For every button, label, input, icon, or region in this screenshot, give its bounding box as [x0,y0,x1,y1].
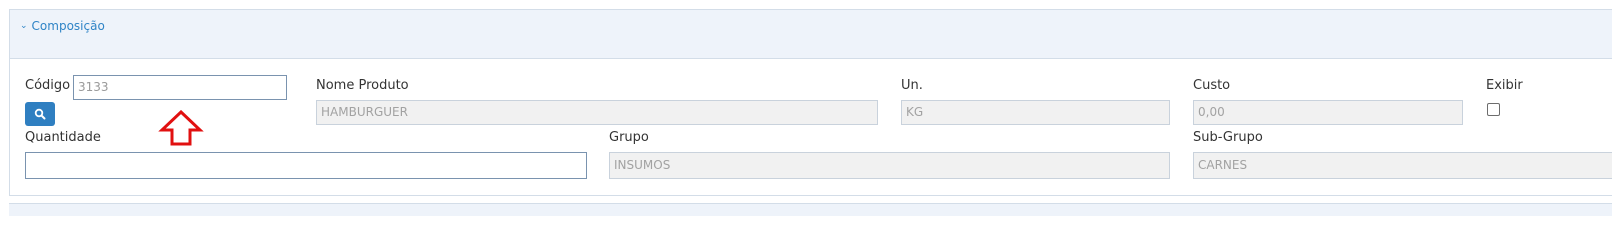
up-arrow-icon [158,110,204,146]
custo-label: Custo [1193,78,1231,93]
quantidade-input[interactable] [25,152,587,179]
codigo-input[interactable]: 3133 [73,75,287,100]
sub-grupo-label: Sub-Grupo [1193,130,1263,145]
search-button[interactable] [25,102,55,126]
quantidade-label: Quantidade [25,130,101,145]
codigo-label: Código [25,78,71,93]
chevron-down-icon: ⌄ [20,21,28,31]
sub-grupo-field: CARNES [1193,152,1612,179]
nome-produto-field: HAMBURGUER [316,100,878,125]
exibir-label: Exibir [1486,78,1523,93]
composicao-panel: ⌄ Composição Código 3133 Nome Produto HA… [9,9,1612,196]
section-title: Composição [31,19,105,33]
grupo-field: INSUMOS [609,152,1170,179]
search-icon [34,108,46,120]
exibir-checkbox[interactable] [1487,103,1500,116]
next-panel-edge [9,203,1612,216]
unidade-label: Un. [901,78,923,93]
grupo-label: Grupo [609,130,649,145]
composicao-toggle[interactable]: ⌄ Composição [20,19,105,33]
custo-field: 0,00 [1193,100,1463,125]
unidade-field: KG [901,100,1170,125]
panel-header: ⌄ Composição [10,10,1612,59]
nome-produto-label: Nome Produto [316,78,409,93]
